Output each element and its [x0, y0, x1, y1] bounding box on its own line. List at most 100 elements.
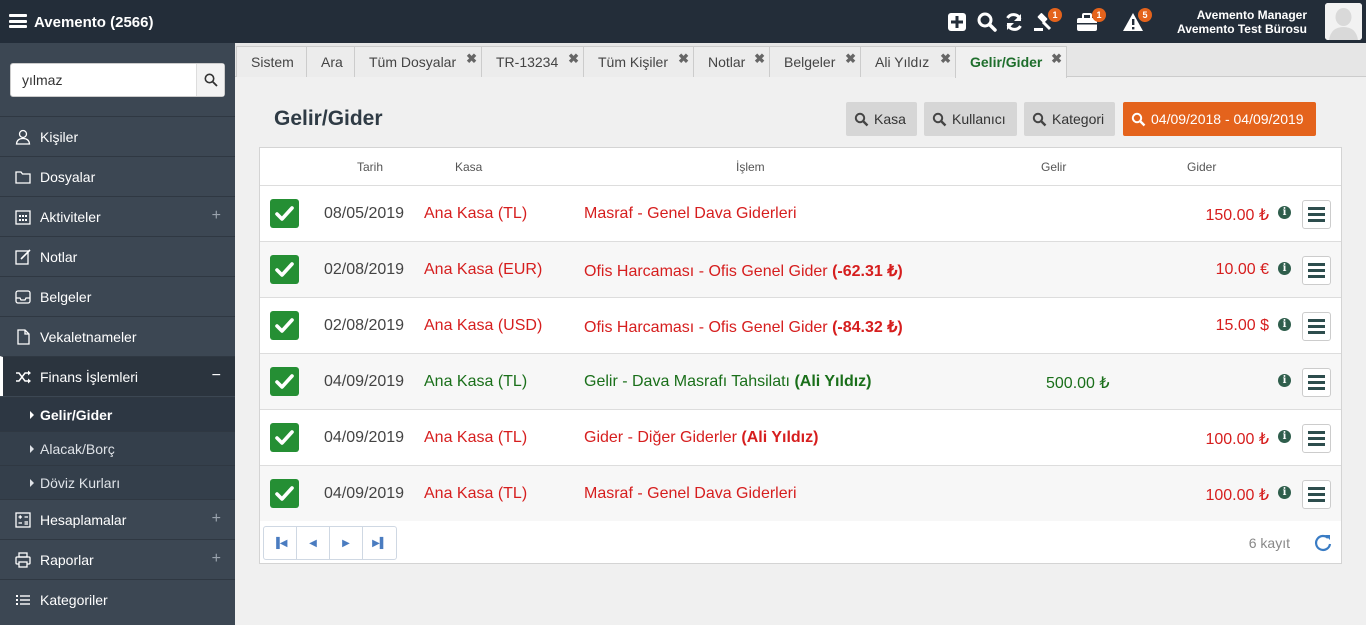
table-row[interactable]: 08/05/2019 Ana Kasa (TL) Masraf - Genel Da… — [260, 185, 1341, 241]
table-row[interactable]: 04/09/2019 Ana Kasa (TL) Masraf - Genel Da… — [260, 465, 1341, 521]
row-kasa: Ana Kasa (TL) — [424, 429, 528, 446]
tab-ali-yildiz[interactable]: Ali Yıldız ✖ — [860, 46, 956, 77]
checkbox-checked-icon[interactable] — [270, 199, 299, 228]
info-icon[interactable]: i — [1278, 430, 1291, 443]
checkbox-checked-icon[interactable] — [270, 367, 299, 396]
row-kasa: Ana Kasa (USD) — [424, 317, 543, 334]
sidebar-item-raporlar[interactable]: Raporlar + — [0, 539, 235, 579]
tab-tum-kisiler[interactable]: Tüm Kişiler ✖ — [583, 46, 694, 77]
collapse-icon[interactable]: − — [212, 367, 221, 385]
row-menu-button[interactable] — [1302, 256, 1331, 285]
briefcase-icon[interactable]: 1 — [1076, 8, 1106, 32]
filter-label: Kategori — [1052, 111, 1105, 127]
tab-belgeler[interactable]: Belgeler ✖ — [769, 46, 861, 77]
close-icon[interactable]: ✖ — [940, 44, 951, 74]
row-islem-text: Gider - Diğer Giderler — [584, 429, 737, 446]
info-icon[interactable]: i — [1278, 486, 1291, 499]
row-date: 08/05/2019 — [324, 205, 405, 222]
column-header-kasa[interactable]: Kasa — [455, 160, 482, 174]
hamburger-menu-icon[interactable] — [9, 14, 27, 28]
tab-tum-dosyalar[interactable]: Tüm Dosyalar ✖ — [354, 46, 482, 77]
checkbox-checked-icon[interactable] — [270, 311, 299, 340]
table-row[interactable]: 04/09/2019 Ana Kasa (TL) Gider - Diğer Gid… — [260, 409, 1341, 465]
info-icon[interactable]: i — [1278, 206, 1291, 219]
tab-label: Ali Yıldız — [875, 54, 930, 70]
row-menu-button[interactable] — [1302, 424, 1331, 453]
close-icon[interactable]: ✖ — [568, 44, 579, 74]
table-row[interactable]: 02/08/2019 Ana Kasa (USD) Ofis Harcaması -… — [260, 297, 1341, 353]
row-menu-button[interactable] — [1302, 312, 1331, 341]
table-row[interactable]: 04/09/2019 Ana Kasa (TL) Gelir - Dava Masr… — [260, 353, 1341, 409]
sidebar-item-kategoriler[interactable]: Kategoriler — [0, 579, 235, 619]
filter-kullanici-button[interactable]: Kullanıcı — [924, 102, 1017, 136]
submenu-item-alacak-borc[interactable]: Alacak/Borç — [0, 431, 235, 465]
search-icon[interactable] — [976, 12, 998, 32]
close-icon[interactable]: ✖ — [678, 44, 689, 74]
filter-kategori-button[interactable]: Kategori — [1024, 102, 1116, 136]
row-kasa: Ana Kasa (TL) — [424, 485, 528, 502]
prev-page-icon[interactable]: ◀ — [297, 527, 330, 559]
last-page-icon[interactable]: ▶▌ — [363, 527, 396, 559]
sidebar-item-vekaletnameler[interactable]: Vekaletnameler — [0, 316, 235, 356]
next-page-icon[interactable]: ▶ — [330, 527, 363, 559]
row-menu-button[interactable] — [1302, 368, 1331, 397]
tab-gelir-gider[interactable]: Gelir/Gider ✖ — [955, 46, 1067, 78]
sidebar-item-belgeler[interactable]: Belgeler — [0, 276, 235, 316]
expand-icon[interactable]: + — [212, 550, 221, 568]
app-title[interactable]: Avemento (2566) — [34, 14, 154, 31]
tab-sistem[interactable]: Sistem — [236, 46, 307, 77]
add-icon[interactable] — [946, 12, 968, 32]
sidebar-item-notlar[interactable]: Notlar — [0, 236, 235, 276]
column-header-gelir[interactable]: Gelir — [1041, 160, 1066, 174]
avatar[interactable] — [1325, 3, 1362, 40]
date-range-button[interactable]: 04/09/2018 - 04/09/2019 — [1123, 102, 1316, 136]
sidebar-item-hesaplamalar[interactable]: Hesaplamalar + — [0, 499, 235, 539]
checkbox-checked-icon[interactable] — [270, 255, 299, 284]
row-menu-button[interactable] — [1302, 200, 1331, 229]
table-row[interactable]: 02/08/2019 Ana Kasa (EUR) Ofis Harcaması -… — [260, 241, 1341, 297]
file-icon — [14, 328, 32, 346]
user-info[interactable]: Avemento Manager Avemento Test Bürosu — [1177, 8, 1307, 36]
info-icon[interactable]: i — [1278, 262, 1291, 275]
alert-icon[interactable]: 5 — [1122, 8, 1152, 32]
tab-tr-13234[interactable]: TR-13234 ✖ — [481, 46, 584, 77]
tab-ara[interactable]: Ara — [306, 46, 355, 77]
column-header-gider[interactable]: Gider — [1187, 160, 1216, 174]
column-header-tarih[interactable]: Tarih — [357, 160, 383, 174]
tab-notlar[interactable]: Notlar ✖ — [693, 46, 770, 77]
checkbox-checked-icon[interactable] — [270, 479, 299, 508]
close-icon[interactable]: ✖ — [754, 44, 765, 74]
close-icon[interactable]: ✖ — [845, 44, 856, 74]
search-icon — [1131, 112, 1146, 126]
column-header-islem[interactable]: İşlem — [736, 160, 765, 174]
expand-icon[interactable]: + — [212, 207, 221, 225]
row-gider: 15.00 $ — [1215, 317, 1269, 334]
checkbox-checked-icon[interactable] — [270, 423, 299, 452]
search-input[interactable] — [11, 64, 197, 96]
first-page-icon[interactable]: ▐◀ — [264, 527, 297, 559]
sidebar-item-finans-islemleri[interactable]: Finans İşlemleri − — [0, 356, 235, 396]
row-menu-button[interactable] — [1302, 480, 1331, 509]
submenu-item-doviz-kurlari[interactable]: Döviz Kurları — [0, 465, 235, 499]
sidebar-item-label: Belgeler — [40, 288, 92, 305]
filter-kasa-button[interactable]: Kasa — [846, 102, 917, 136]
gavel-icon[interactable]: 1 — [1032, 8, 1062, 32]
row-islem-extra: (-62.31 ₺) — [832, 263, 903, 280]
search-button[interactable] — [196, 64, 224, 96]
close-icon[interactable]: ✖ — [1051, 44, 1062, 74]
caret-right-icon — [30, 410, 34, 419]
info-icon[interactable]: i — [1278, 318, 1291, 331]
briefcase-badge: 1 — [1092, 8, 1106, 22]
row-gider: 150.00 ₺ — [1205, 207, 1269, 224]
refresh-icon[interactable] — [1313, 533, 1333, 553]
submenu-label: Gelir/Gider — [40, 406, 113, 423]
expand-icon[interactable]: + — [212, 510, 221, 528]
close-icon[interactable]: ✖ — [466, 44, 477, 74]
sidebar-item-dosyalar[interactable]: Dosyalar — [0, 156, 235, 196]
submenu-item-gelir-gider[interactable]: Gelir/Gider — [0, 397, 235, 431]
info-icon[interactable]: i — [1278, 374, 1291, 387]
sidebar-item-aktiviteler[interactable]: Aktiviteler + — [0, 196, 235, 236]
refresh-icon[interactable] — [1003, 12, 1025, 32]
tab-label: Tüm Dosyalar — [369, 54, 457, 70]
sidebar-item-kisiler[interactable]: Kişiler — [0, 116, 235, 156]
